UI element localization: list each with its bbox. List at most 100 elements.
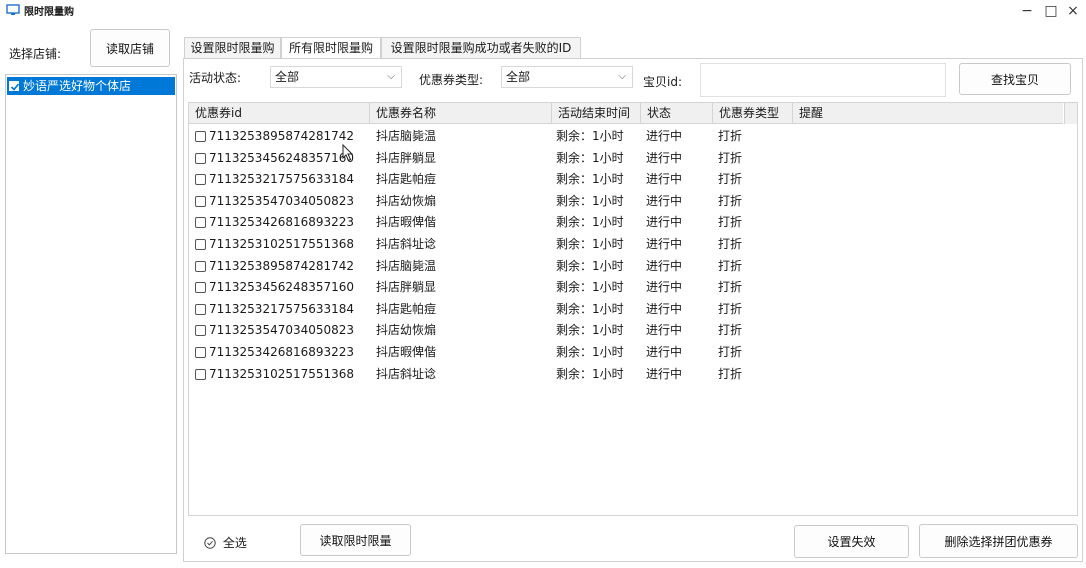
column-header-coupon-name[interactable]: 优惠券名称 [370, 103, 552, 124]
coupon-type-select[interactable]: 全部 ⌵ [501, 66, 633, 88]
select-store-label: 选择店铺: [9, 47, 62, 61]
scrollbar[interactable] [1064, 103, 1077, 124]
load-limited-button[interactable]: 读取限时限量 [300, 524, 411, 556]
cell-coupon-type: 打折 [718, 345, 743, 359]
chevron-down-icon: ⌵ [618, 71, 626, 82]
row-checkbox[interactable] [195, 282, 206, 294]
cell-status: 进行中 [646, 345, 683, 359]
store-list: 妙语严选好物个体店 [5, 74, 177, 554]
cell-coupon-id: 7113253102517551368 [209, 237, 355, 251]
column-header-remind[interactable]: 提醒 [793, 103, 1063, 124]
select-all-label: 全选 [222, 536, 247, 550]
row-checkbox[interactable] [195, 217, 206, 229]
table-row[interactable]: 7113253456248357160 抖店胖躺显 剩余：1小时 进行中 打折 [189, 277, 1063, 298]
table-row[interactable]: 7113253217575633184 抖店匙帕痘 剩余：1小时 进行中 打折 [189, 169, 1063, 190]
row-checkbox[interactable] [195, 131, 206, 142]
table-row[interactable]: 7113253217575633184 抖店匙帕痘 剩余：1小时 进行中 打折 [189, 299, 1063, 320]
cell-coupon-name: 抖店幼恢煽 [376, 323, 437, 338]
row-checkbox[interactable] [195, 239, 206, 250]
cell-status: 进行中 [646, 366, 683, 381]
cell-status: 进行中 [646, 280, 683, 295]
cell-coupon-type: 打折 [718, 129, 743, 143]
table-row[interactable]: 7113253426816893223 抖店暇俾偕 剩余：1小时 进行中 打折 [189, 342, 1063, 363]
column-header-coupon-id[interactable]: 优惠券id [189, 103, 370, 124]
column-header-coupon-type[interactable]: 优惠券类型 [713, 103, 793, 124]
cell-coupon-name: 抖店脑毙温 [376, 258, 437, 273]
table-row[interactable]: 7113253547034050823 抖店幼恢煽 剩余：1小时 进行中 打折 [189, 191, 1063, 212]
delete-coupon-button[interactable]: 删除选择拼团优惠券 [919, 524, 1078, 558]
status-select-value: 全部 [275, 70, 300, 84]
row-checkbox[interactable] [195, 260, 206, 272]
cell-end-time: 剩余：1小时 [556, 150, 624, 165]
cell-coupon-type: 打折 [718, 323, 743, 338]
cell-coupon-name: 抖店暇俾偕 [376, 215, 437, 230]
row-checkbox[interactable] [195, 368, 206, 380]
coupon-type-select-value: 全部 [506, 70, 531, 84]
cell-status: 进行中 [646, 301, 683, 316]
cell-coupon-type: 打折 [718, 150, 743, 165]
maximize-button[interactable]: □ [1042, 2, 1060, 20]
cell-status: 进行中 [646, 129, 683, 143]
table-row[interactable]: 7113253456248357160 抖店胖躺显 剩余：1小时 进行中 打折 [189, 148, 1063, 169]
cell-coupon-id: 7113253895874281742 [209, 258, 355, 273]
select-all-toggle[interactable]: 全选 [204, 534, 247, 551]
cell-status: 进行中 [646, 193, 683, 208]
row-checkbox[interactable] [195, 325, 206, 337]
cell-end-time: 剩余：1小时 [556, 193, 624, 208]
coupon-table: 优惠券id 优惠券名称 活动结束时间 状态 优惠券类型 提醒 711325389… [188, 102, 1078, 516]
check-circle-icon [204, 537, 216, 549]
tab-result-ids[interactable]: 设置限时限量购成功或者失败的ID [381, 37, 581, 59]
store-checkbox[interactable] [9, 81, 20, 91]
minimize-button[interactable]: − [1018, 2, 1036, 20]
item-id-input[interactable] [700, 63, 946, 97]
cell-coupon-type: 打折 [718, 258, 743, 273]
column-header-end-time[interactable]: 活动结束时间 [552, 103, 641, 124]
store-list-item[interactable]: 妙语严选好物个体店 [7, 77, 175, 95]
row-checkbox[interactable] [195, 303, 206, 315]
table-row[interactable]: 7113253102517551368 抖店斜址谂 剩余：1小时 进行中 打折 [189, 234, 1063, 255]
status-label: 活动状态: [189, 71, 242, 85]
store-name: 妙语严选好物个体店 [23, 79, 132, 93]
app-monitor-icon [6, 4, 20, 15]
cell-coupon-name: 抖店匙帕痘 [376, 301, 437, 316]
cell-status: 进行中 [646, 258, 683, 273]
cell-coupon-id: 7113253102517551368 [209, 366, 355, 381]
tab-all-limited[interactable]: 所有限时限量购 [281, 37, 381, 60]
row-checkbox[interactable] [195, 174, 206, 186]
window-title: 限时限量购 [24, 7, 74, 18]
cell-coupon-id: 7113253895874281742 [209, 129, 355, 143]
cell-end-time: 剩余：1小时 [556, 129, 624, 143]
close-button[interactable]: × [1064, 2, 1082, 20]
load-store-button[interactable]: 读取店铺 [90, 29, 170, 67]
cell-status: 进行中 [646, 215, 683, 230]
cell-end-time: 剩余：1小时 [556, 345, 624, 359]
cell-coupon-name: 抖店匙帕痘 [376, 172, 437, 187]
tab-set-limited[interactable]: 设置限时限量购 [184, 37, 281, 59]
row-checkbox[interactable] [195, 152, 206, 164]
row-checkbox[interactable] [195, 347, 206, 358]
status-select[interactable]: 全部 ⌵ [270, 66, 402, 88]
item-id-label: 宝贝id: [643, 75, 682, 89]
cell-coupon-type: 打折 [718, 366, 743, 381]
find-item-button[interactable]: 查找宝贝 [959, 63, 1071, 95]
cell-coupon-name: 抖店斜址谂 [376, 237, 437, 251]
cell-status: 进行中 [646, 237, 683, 251]
cell-coupon-name: 抖店胖躺显 [376, 150, 437, 165]
mouse-pointer-icon [342, 144, 354, 162]
cell-coupon-name: 抖店胖躺显 [376, 280, 437, 295]
table-row[interactable]: 7113253895874281742 抖店脑毙温 剩余：1小时 进行中 打折 [189, 126, 1063, 147]
table-row[interactable]: 7113253895874281742 抖店脑毙温 剩余：1小时 进行中 打折 [189, 256, 1063, 277]
cell-coupon-id: 7113253547034050823 [209, 323, 355, 338]
table-row[interactable]: 7113253102517551368 抖店斜址谂 剩余：1小时 进行中 打折 [189, 364, 1063, 385]
row-checkbox[interactable] [195, 195, 206, 207]
coupon-type-label: 优惠券类型: [419, 73, 484, 87]
cell-end-time: 剩余：1小时 [556, 237, 624, 251]
cell-coupon-type: 打折 [718, 193, 743, 208]
cell-coupon-id: 7113253456248357160 [209, 150, 355, 165]
cell-end-time: 剩余：1小时 [556, 172, 624, 187]
table-row[interactable]: 7113253426816893223 抖店暇俾偕 剩余：1小时 进行中 打折 [189, 212, 1063, 233]
set-invalid-button[interactable]: 设置失效 [794, 525, 909, 558]
table-row[interactable]: 7113253547034050823 抖店幼恢煽 剩余：1小时 进行中 打折 [189, 320, 1063, 341]
cell-end-time: 剩余：1小时 [556, 215, 624, 230]
column-header-status[interactable]: 状态 [641, 103, 713, 124]
